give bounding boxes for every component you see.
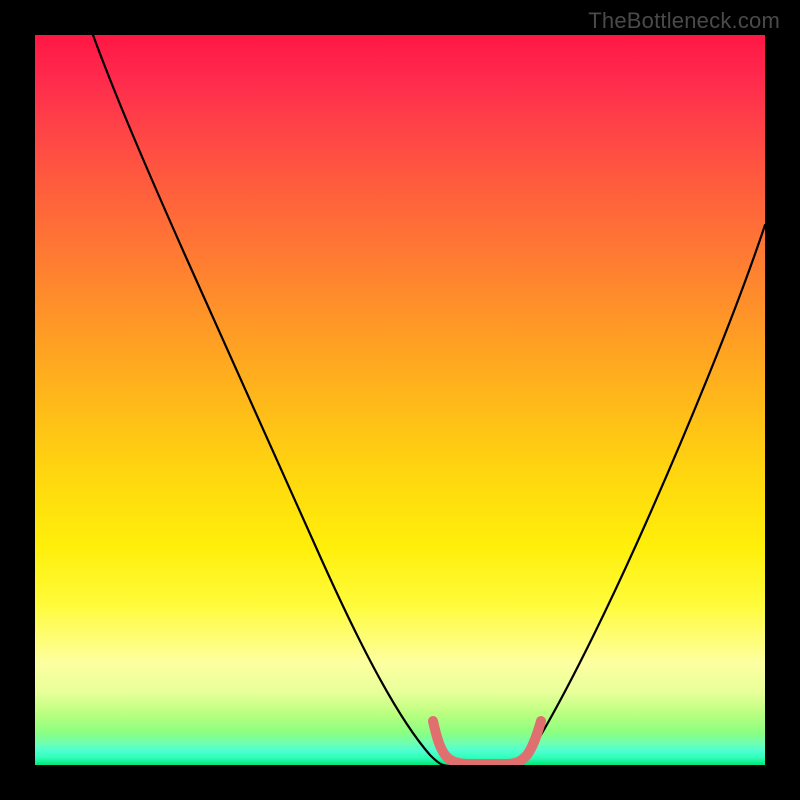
bottleneck-curve: [35, 35, 765, 765]
match-zone-stroke: [433, 721, 541, 764]
watermark-text: TheBottleneck.com: [588, 8, 780, 34]
plot-area: [35, 35, 765, 765]
curve-main: [93, 35, 765, 765]
chart-frame: TheBottleneck.com: [0, 0, 800, 800]
